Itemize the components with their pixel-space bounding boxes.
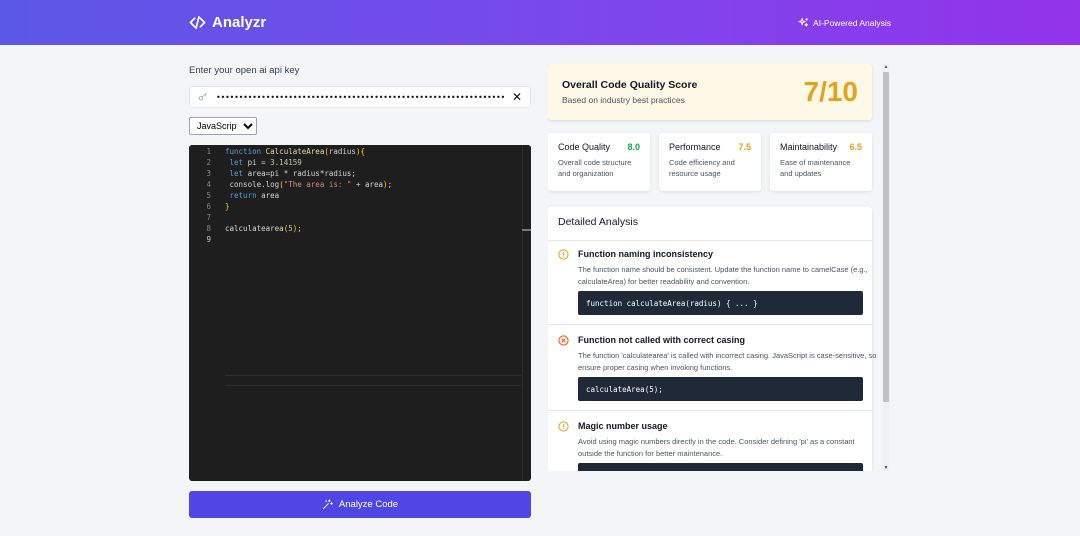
- line-number: 7: [206, 213, 211, 222]
- metric-name: Code Quality: [558, 142, 611, 152]
- app-header: Analyzr AI-Powered Analysis: [0, 0, 1080, 45]
- code-line: 3 let area=pi * radius*radius;: [189, 168, 531, 179]
- metric-card-maintainability: Maintainability 6.5 Ease of maintenance …: [770, 133, 872, 191]
- metric-description: Overall code structure and organization: [558, 158, 632, 178]
- issue-description: The function 'calculatearea' is called w…: [578, 351, 877, 372]
- code-text: calculatearea(5);: [225, 224, 302, 233]
- line-number: 9: [206, 235, 211, 244]
- analyze-button-label: Analyze Code: [338, 499, 399, 510]
- analyze-code-button[interactable]: Analyze Code: [189, 491, 531, 518]
- divider: [548, 410, 872, 411]
- issue-code-snippet: calculateArea(5);: [578, 377, 863, 401]
- metric-description: Code efficiency and resource usage: [669, 158, 735, 178]
- code-text: console.log("The area is: " + area);: [225, 180, 393, 189]
- line-number: 8: [206, 224, 211, 233]
- key-icon: [198, 92, 207, 101]
- code-line: 9: [189, 234, 531, 245]
- api-key-field[interactable]: ✕: [189, 86, 531, 108]
- metric-card-code-quality: Code Quality 8.0 Overall code structure …: [548, 133, 650, 191]
- editor-scrollbar[interactable]: [522, 145, 531, 481]
- overall-score-card: Overall Code Quality Score Based on indu…: [548, 64, 872, 120]
- language-select[interactable]: JavaScript: [189, 117, 257, 135]
- brand[interactable]: Analyzr: [189, 14, 266, 31]
- results-panel[interactable]: Overall Code Quality Score Based on indu…: [548, 64, 890, 471]
- code-line: 8 calculatearea(5);: [189, 223, 531, 234]
- error-circle-icon: [558, 335, 569, 346]
- clear-icon[interactable]: ✕: [512, 90, 522, 104]
- issue-code-snippet: function calculateArea(radius) { ... }: [578, 291, 863, 315]
- score-value: 7/10: [803, 76, 859, 107]
- metric-description: Ease of maintenance and updates: [780, 158, 851, 178]
- warning-circle-icon: [558, 249, 569, 260]
- ai-badge-label: AI-Powered Analysis: [813, 17, 891, 28]
- divider: [548, 324, 872, 325]
- issue-title: Magic number usage: [578, 421, 668, 431]
- code-editor[interactable]: 1 function CalculateArea(radius){ 2 let …: [189, 145, 531, 481]
- ai-badge: AI-Powered Analysis: [798, 17, 891, 28]
- score-title: Overall Code Quality Score: [562, 79, 698, 91]
- metric-card-performance: Performance 7.5 Code efficiency and reso…: [659, 133, 761, 191]
- line-number: 4: [206, 180, 211, 189]
- code-text: let pi = 3.14159: [229, 158, 302, 167]
- code-line: 6 }: [189, 201, 531, 212]
- magic-wand-icon: [322, 499, 333, 510]
- code-line: 1 function CalculateArea(radius){: [189, 146, 531, 157]
- code-line: 2 let pi = 3.14159: [189, 157, 531, 168]
- analysis-title: Detailed Analysis: [558, 216, 638, 228]
- line-number: 1: [206, 147, 211, 156]
- editor-scroll-marker: [522, 229, 531, 231]
- divider: [548, 240, 872, 241]
- line-number: 2: [206, 158, 211, 167]
- code-text: function CalculateArea(radius){: [225, 147, 365, 156]
- metric-value: 6.5: [849, 142, 862, 152]
- code-icon: [189, 15, 206, 30]
- code-text: let area=pi * radius*radius;: [229, 169, 356, 178]
- brand-name: Analyzr: [212, 14, 267, 31]
- scroll-down-arrow[interactable]: ▼: [882, 465, 890, 471]
- api-key-input[interactable]: [216, 92, 504, 102]
- issue-title: Function not called with correct casing: [578, 335, 746, 345]
- score-subtitle: Based on industry best practices: [562, 95, 685, 105]
- metric-value: 7.5: [738, 142, 751, 152]
- line-number: 6: [206, 202, 211, 211]
- issue-description: Avoid using magic numbers directly in th…: [578, 437, 855, 458]
- metric-name: Performance: [669, 142, 721, 152]
- current-line-highlight: [225, 375, 521, 386]
- metric-value: 8.0: [627, 142, 640, 152]
- issue-code-snippet: [578, 463, 863, 471]
- scroll-thumb[interactable]: [883, 72, 889, 402]
- warning-circle-icon: [558, 421, 569, 432]
- code-line: 7: [189, 212, 531, 223]
- line-number: 5: [206, 191, 211, 200]
- sparkles-icon: [798, 17, 809, 27]
- code-line: 4 console.log("The area is: " + area);: [189, 179, 531, 190]
- detailed-analysis-card: Detailed Analysis Function naming incons…: [548, 207, 876, 471]
- code-text: return area: [229, 191, 280, 200]
- metric-name: Maintainability: [780, 142, 838, 152]
- code-line: 5 return area: [189, 190, 531, 201]
- line-number: 3: [206, 169, 211, 178]
- api-key-label: Enter your open ai api key: [189, 65, 300, 76]
- results-scrollbar[interactable]: ▲ ▼: [882, 64, 890, 471]
- code-text: }: [225, 202, 230, 211]
- issue-title: Function naming inconsistency: [578, 249, 714, 259]
- scroll-up-arrow[interactable]: ▲: [882, 64, 890, 70]
- issue-description: The function name should be consistent. …: [578, 265, 868, 286]
